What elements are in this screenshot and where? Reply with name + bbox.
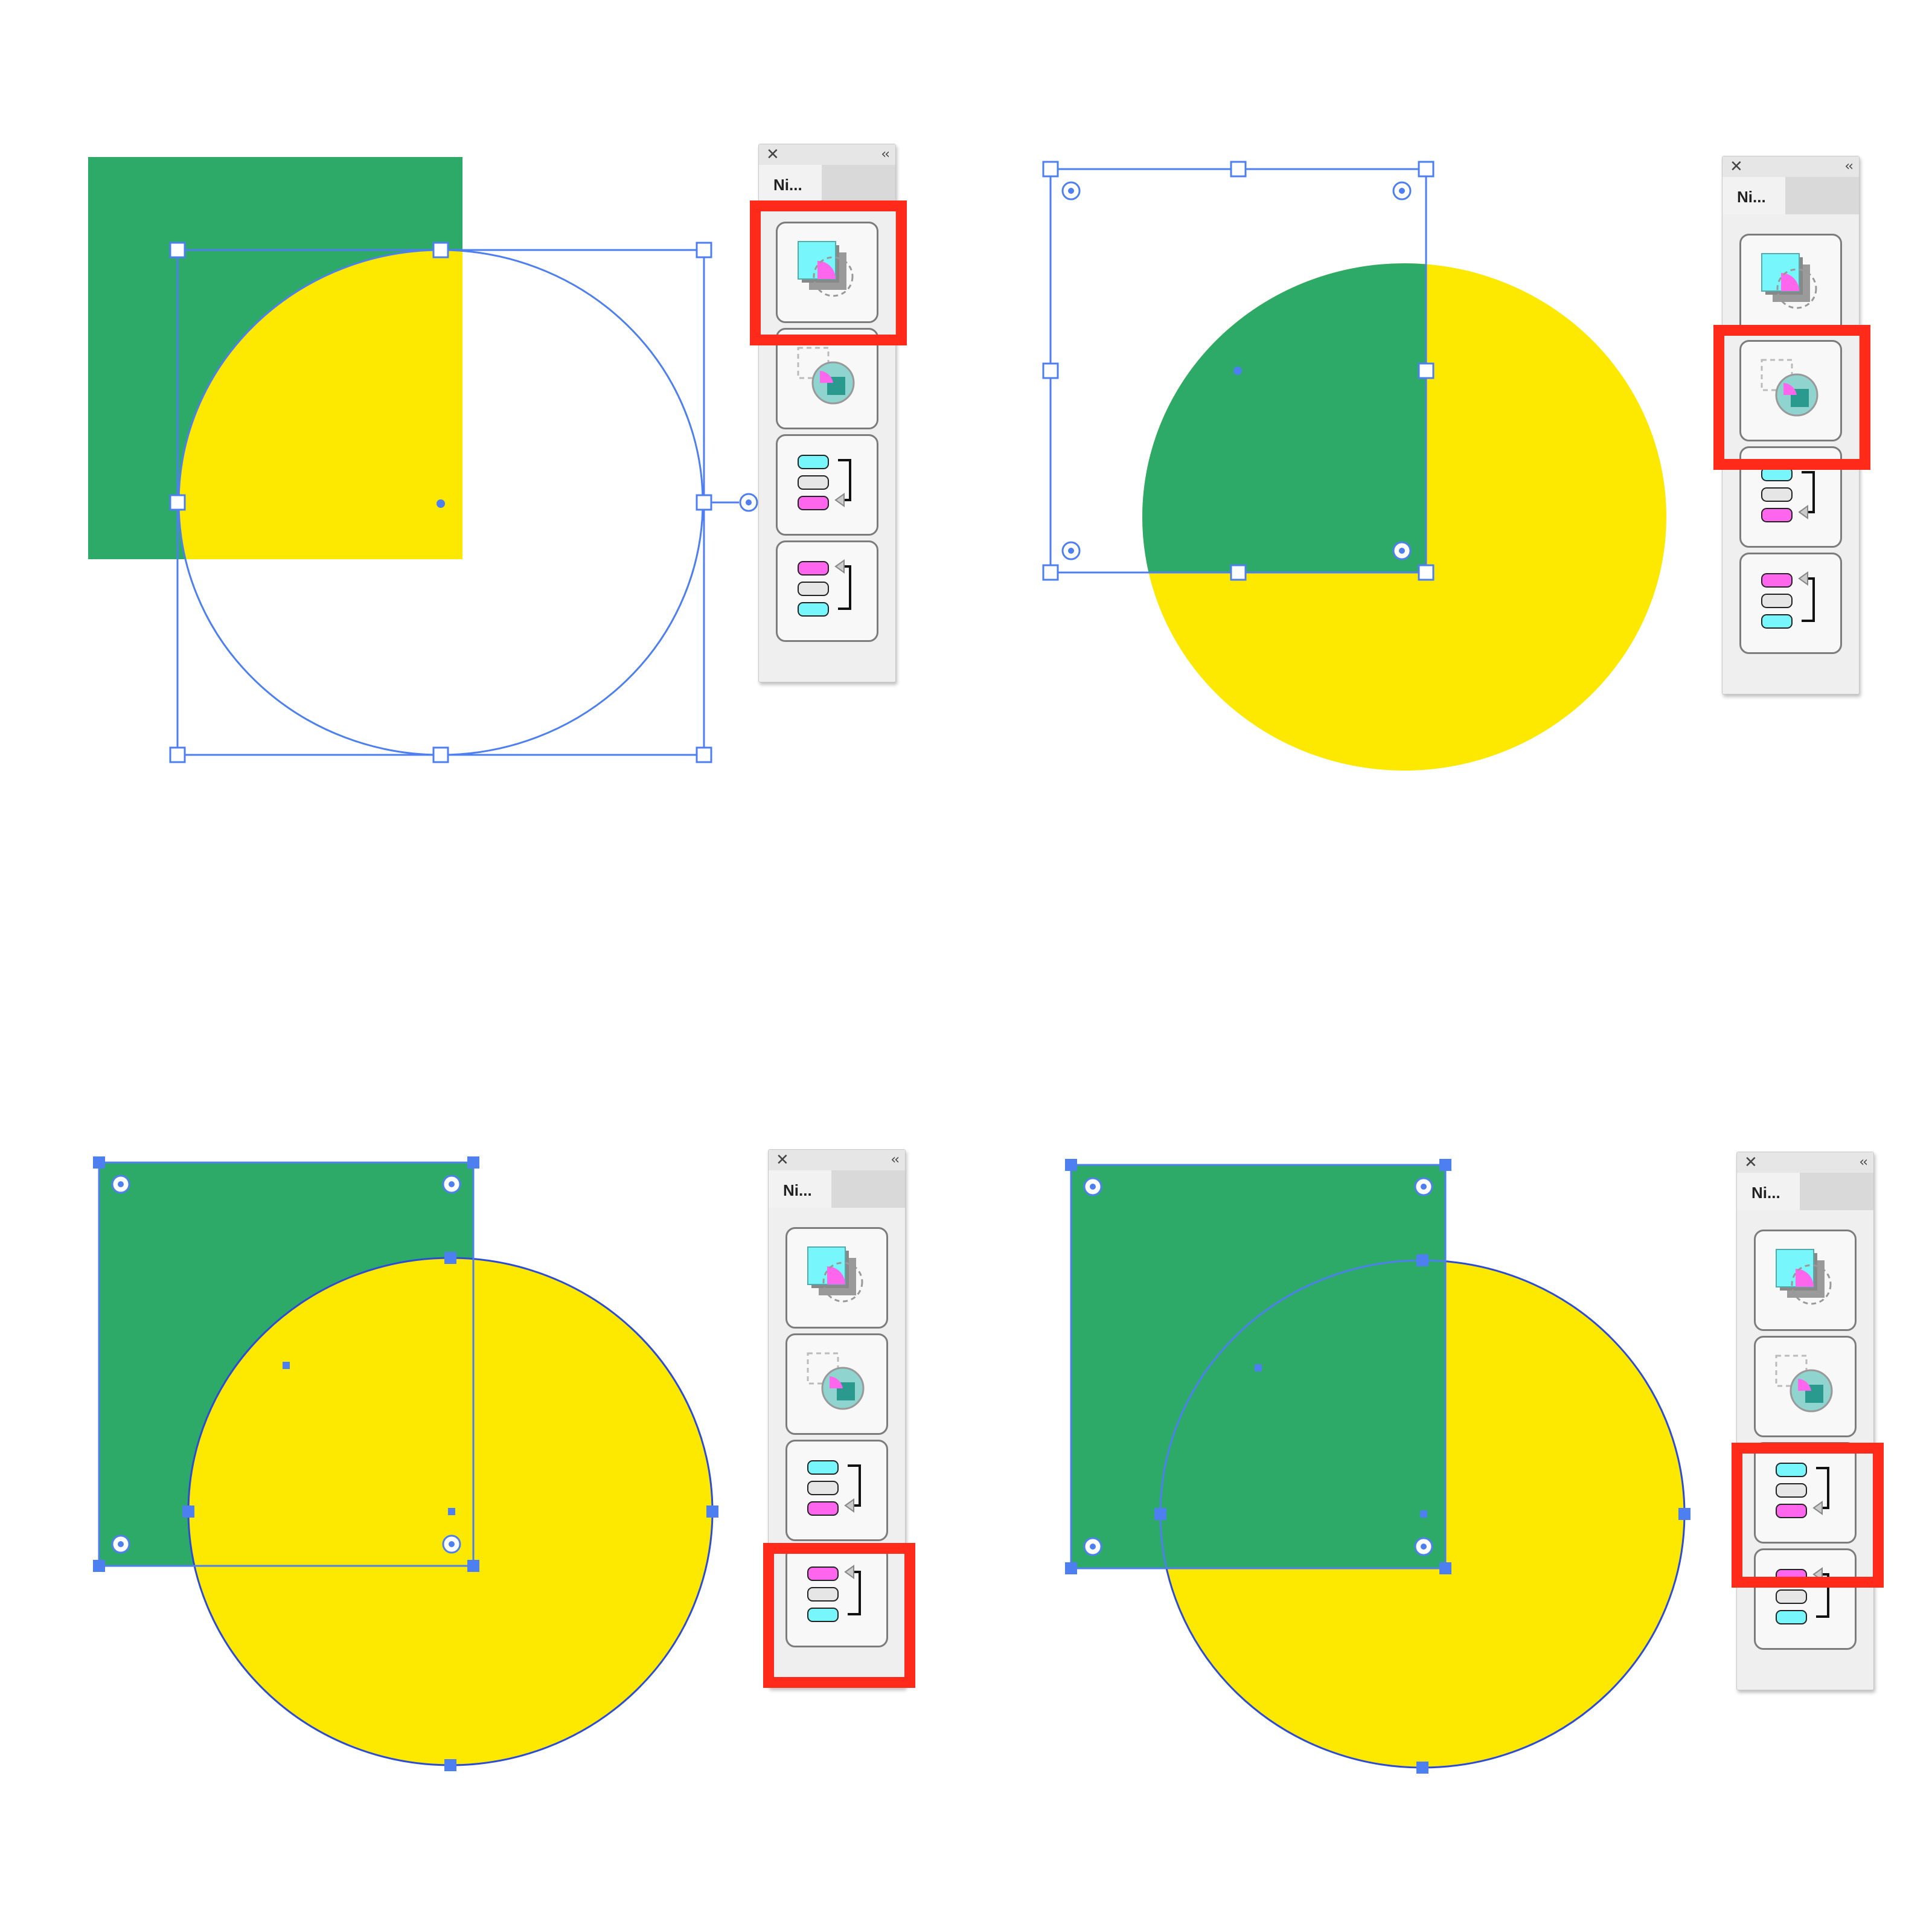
step-2-quadrant: ✕ ‹‹ Ni... xyxy=(966,0,1932,962)
tab-nudge[interactable]: Ni... xyxy=(759,165,822,202)
close-icon[interactable]: ✕ xyxy=(1730,158,1743,176)
tab-strip xyxy=(822,165,895,202)
arrange-front-back-button[interactable] xyxy=(1739,234,1842,335)
stack-up-icon xyxy=(798,559,851,617)
reorder-down-button[interactable] xyxy=(1754,1442,1857,1544)
close-icon[interactable]: ✕ xyxy=(776,1151,789,1169)
stack-down-icon xyxy=(1776,1463,1829,1518)
step-4-quadrant: ✕ ‹‹ Ni... xyxy=(966,962,1932,1924)
layer-shapes-icon xyxy=(798,241,854,297)
close-icon[interactable]: ✕ xyxy=(1744,1153,1758,1172)
tab-label: Ni... xyxy=(783,1181,812,1199)
double-chevron-left-icon[interactable]: ‹‹ xyxy=(881,146,890,164)
reorder-up-button[interactable] xyxy=(1754,1548,1857,1650)
reorder-down-button[interactable] xyxy=(785,1440,888,1541)
arrange-send-back-button[interactable] xyxy=(1754,1336,1857,1437)
step-3-panel: ✕ ‹‹ Ni... xyxy=(768,1149,906,1688)
circle-in-frame-icon xyxy=(807,1352,865,1410)
circle-in-frame-icon xyxy=(1761,359,1818,417)
stack-down-icon xyxy=(798,455,851,510)
center-point xyxy=(437,499,445,508)
step-1-quadrant: ✕ ‹‹ Ni... xyxy=(0,0,966,962)
step-3-quadrant: ✕ ‹‹ Ni... xyxy=(0,962,966,1924)
center-point xyxy=(1233,367,1242,375)
layer-shapes-icon xyxy=(1761,253,1817,309)
arrange-front-back-button[interactable] xyxy=(1754,1230,1857,1331)
tab-label: Ni... xyxy=(773,176,802,194)
double-chevron-left-icon[interactable]: ‹‹ xyxy=(1844,158,1854,176)
tab-label: Ni... xyxy=(1737,188,1766,206)
stack-up-icon xyxy=(1776,1567,1829,1624)
circle-in-frame-icon xyxy=(1775,1355,1833,1413)
reorder-down-button[interactable] xyxy=(1739,446,1842,548)
reorder-down-button[interactable] xyxy=(776,434,878,536)
tab-strip xyxy=(831,1170,905,1208)
reorder-up-button[interactable] xyxy=(776,540,878,642)
stack-down-icon xyxy=(807,1460,861,1516)
arrange-send-back-button[interactable] xyxy=(1739,340,1842,441)
close-icon[interactable]: ✕ xyxy=(766,146,779,164)
stack-down-icon xyxy=(1761,467,1815,522)
tab-nudge[interactable]: Ni... xyxy=(1737,1173,1800,1210)
tab-strip xyxy=(1800,1173,1873,1210)
double-chevron-left-icon[interactable]: ‹‹ xyxy=(891,1151,900,1169)
reorder-up-button[interactable] xyxy=(1739,553,1842,654)
tab-nudge[interactable]: Ni... xyxy=(1722,177,1785,214)
tab-nudge[interactable]: Ni... xyxy=(769,1170,831,1208)
tab-strip xyxy=(1785,177,1859,214)
circle-in-frame-icon xyxy=(797,347,855,405)
layer-shapes-icon xyxy=(807,1246,863,1303)
arrange-send-back-button[interactable] xyxy=(785,1333,888,1435)
reorder-up-button[interactable] xyxy=(785,1546,888,1647)
panel-title-bar xyxy=(1737,1152,1873,1173)
step-2-panel: ✕ ‹‹ Ni... xyxy=(1722,156,1860,694)
step-1-panel: ✕ ‹‹ Ni... xyxy=(758,144,896,682)
stack-up-icon xyxy=(807,1565,861,1622)
stack-up-icon xyxy=(1761,571,1815,629)
arrange-front-back-button[interactable] xyxy=(776,222,878,323)
panel-title-bar xyxy=(1722,156,1859,177)
tab-label: Ni... xyxy=(1751,1184,1780,1202)
layer-shapes-icon xyxy=(1776,1249,1832,1305)
arrange-send-back-button[interactable] xyxy=(776,328,878,429)
panel-title-bar xyxy=(769,1150,905,1170)
double-chevron-left-icon[interactable]: ‹‹ xyxy=(1859,1153,1868,1172)
arrange-front-back-button[interactable] xyxy=(785,1227,888,1329)
step-4-panel: ✕ ‹‹ Ni... xyxy=(1736,1152,1874,1690)
panel-title-bar xyxy=(759,144,895,165)
